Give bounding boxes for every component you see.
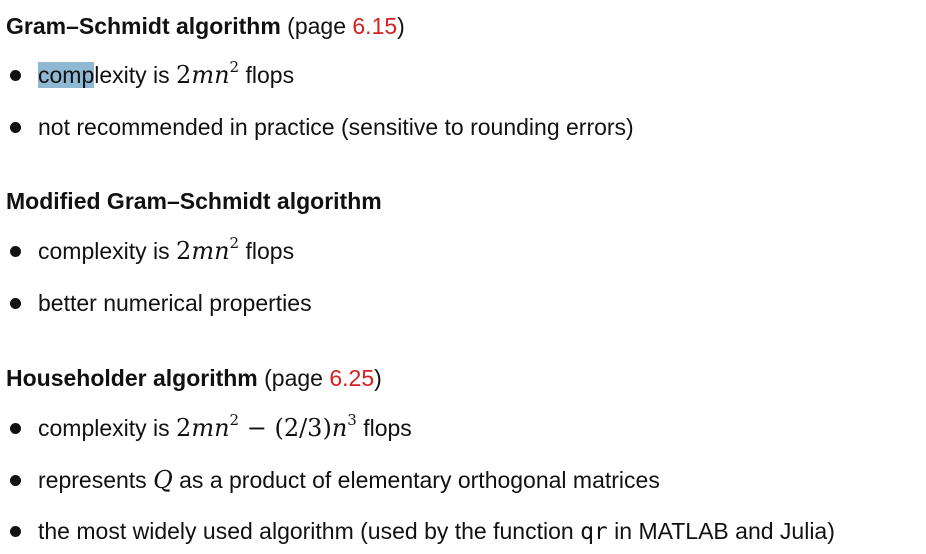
- bullet-text: complexity is 2mn2 − (2/3)n3 flops: [38, 411, 412, 447]
- bullet-text: represents Q as a product of elementary …: [38, 464, 660, 496]
- math-exponent: 2: [229, 234, 240, 252]
- bullet-text: not recommended in practice (sensitive t…: [38, 114, 634, 140]
- bullet-dot: [10, 298, 21, 309]
- bullet-text: better numerical properties: [38, 290, 312, 316]
- section-heading-gram-schmidt: Gram–Schmidt algorithm (page 6.15): [6, 12, 405, 40]
- bullet-dot: [10, 246, 21, 257]
- page-ref-prefix: (page: [287, 13, 353, 39]
- page-ref-link[interactable]: 6.25: [329, 365, 374, 391]
- bullet-text-part: represents: [38, 467, 154, 493]
- bullet-dot: [10, 475, 21, 486]
- bullet-text-part: flops: [356, 415, 412, 441]
- page-ref-suffix: ): [374, 365, 382, 391]
- math-variable: Q: [153, 466, 173, 494]
- math-coefficient: 2: [176, 61, 192, 89]
- page-ref-prefix: (page: [264, 365, 330, 391]
- bullet-text-part: complexity is: [38, 415, 177, 441]
- bullet-text-part: lexity is: [94, 62, 177, 88]
- math-expression: 2mn2: [176, 234, 240, 265]
- bullet-text-part: flops: [239, 62, 295, 88]
- section-heading-modified-gram-schmidt: Modified Gram–Schmidt algorithm: [6, 187, 382, 215]
- section-title: Modified Gram–Schmidt algorithm: [6, 188, 382, 214]
- math-operator: − (2/3): [239, 414, 332, 442]
- section-title: Gram–Schmidt algorithm: [6, 13, 281, 39]
- math-variable: mn: [191, 414, 230, 442]
- bullet-text-part: in MATLAB and Julia): [607, 518, 835, 544]
- math-variable: n: [331, 414, 348, 442]
- math-coefficient: 2: [176, 237, 192, 265]
- bullet-dot: [10, 70, 21, 81]
- math-exponent: 2: [229, 411, 240, 429]
- code-inline: qr: [580, 519, 608, 545]
- bullet-text: complexity is 2mn2 flops: [38, 234, 295, 270]
- text-selection-highlight[interactable]: comp: [38, 62, 95, 88]
- page-ref-suffix: ): [397, 13, 405, 39]
- bullet-dot: [10, 122, 21, 133]
- bullet-dot: [10, 423, 21, 434]
- bullet-text-part: the most widely used algorithm (used by …: [38, 518, 581, 544]
- bullet-text-part: as a product of elementary orthogonal ma…: [172, 467, 660, 493]
- math-expression: 2mn2 − (2/3)n3: [176, 411, 357, 442]
- bullet-text: the most widely used algorithm (used by …: [38, 515, 835, 548]
- bullet-text: complexity is 2mn2 flops: [38, 58, 295, 94]
- section-title: Householder algorithm: [6, 365, 258, 391]
- math-exponent: 2: [229, 58, 240, 76]
- math-coefficient: 2: [176, 414, 192, 442]
- math-variable: mn: [191, 237, 230, 265]
- section-heading-householder: Householder algorithm (page 6.25): [6, 364, 382, 392]
- slide-page: Gram–Schmidt algorithm (page 6.15) compl…: [0, 0, 926, 554]
- math-expression: Q: [153, 466, 173, 494]
- math-variable: mn: [191, 61, 230, 89]
- math-exponent: 3: [347, 411, 357, 429]
- page-ref-link[interactable]: 6.15: [352, 13, 397, 39]
- bullet-dot: [10, 526, 21, 537]
- bullet-text-part: complexity is: [38, 238, 177, 264]
- bullet-text-part: flops: [239, 238, 295, 264]
- math-expression: 2mn2: [176, 58, 240, 89]
